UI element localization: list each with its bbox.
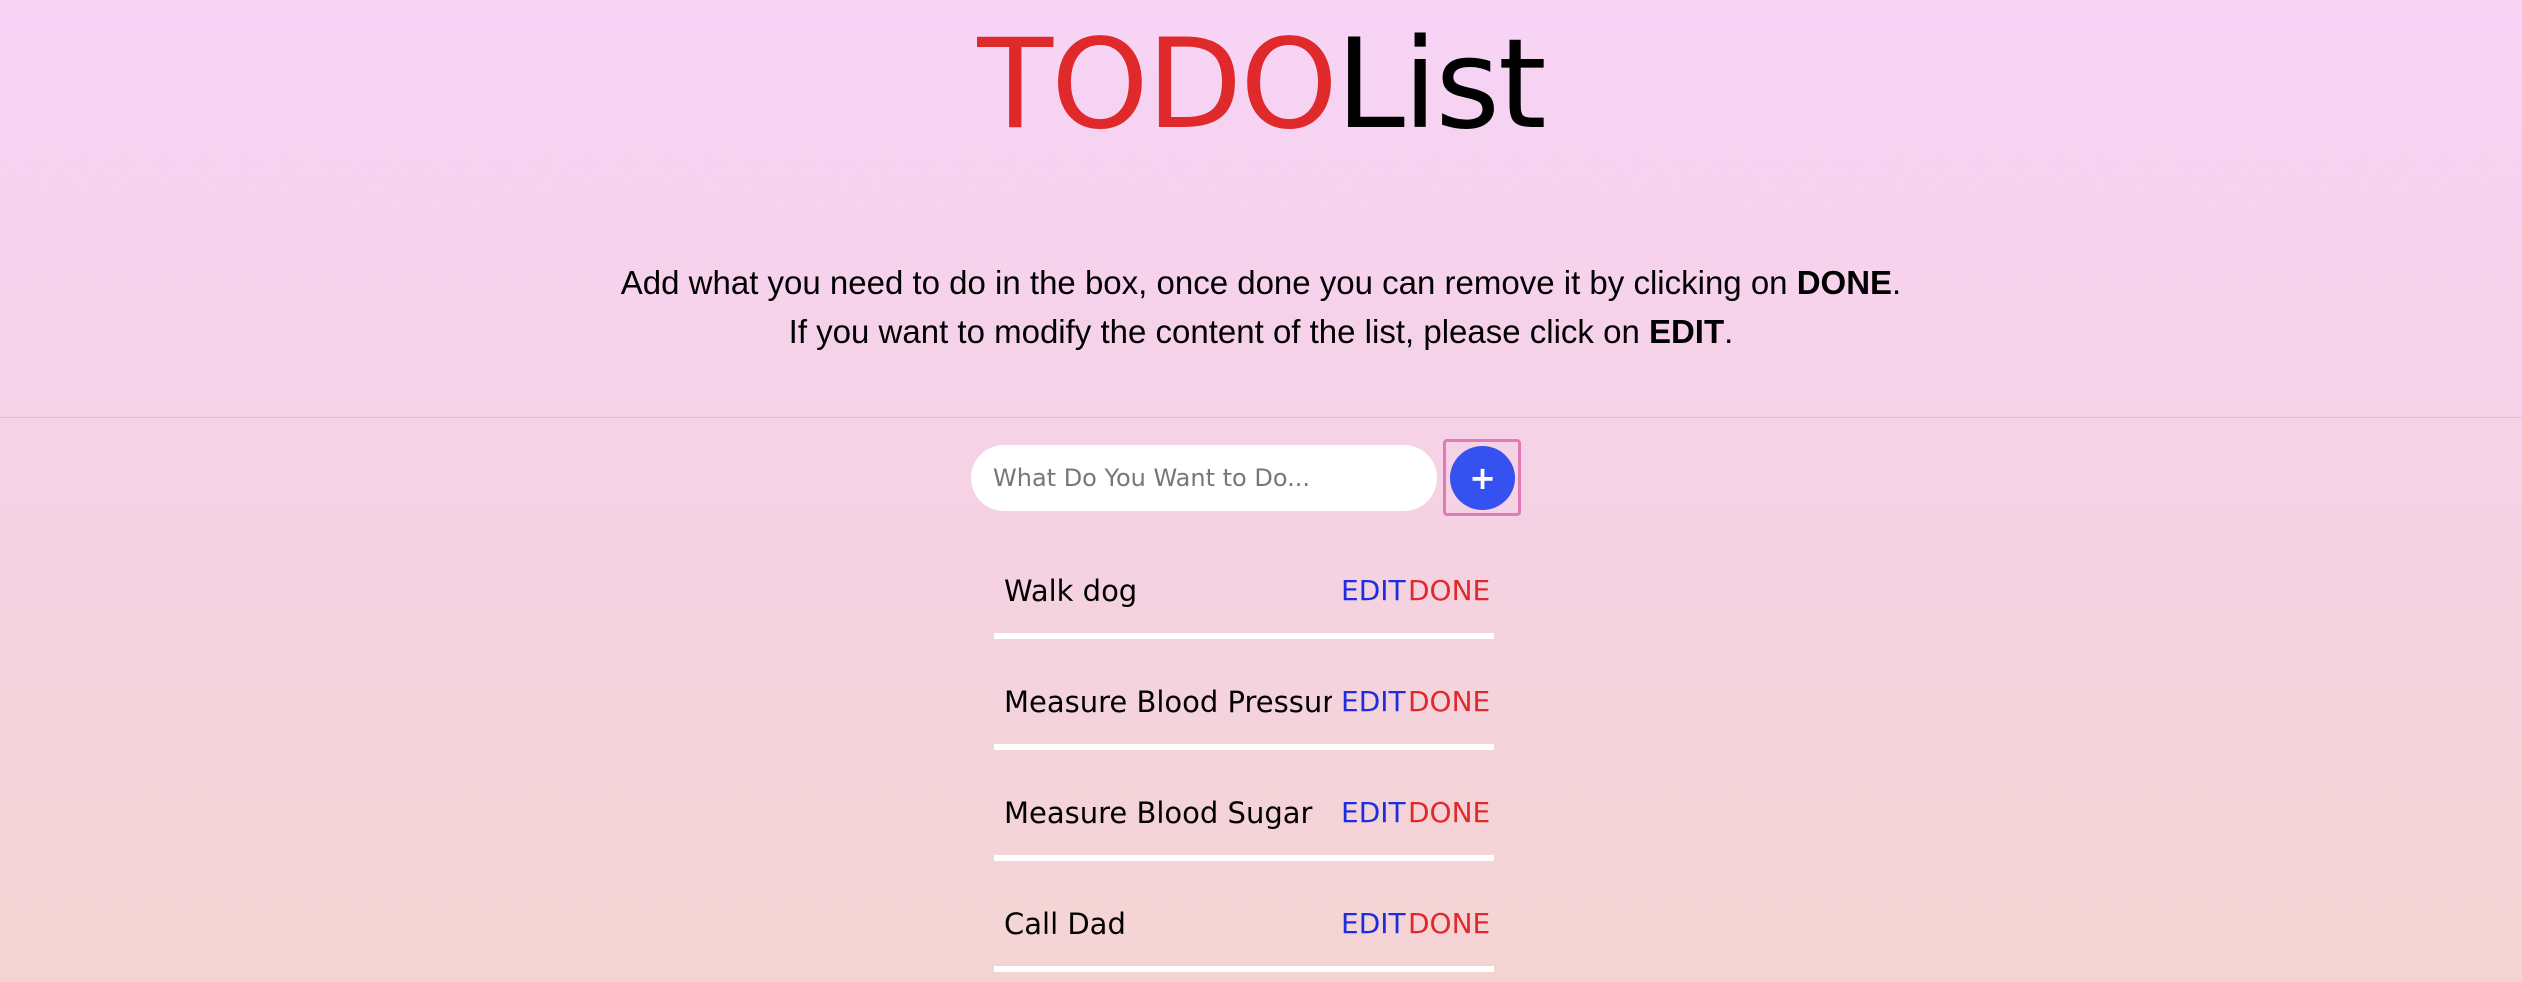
instruction-edit-keyword: EDIT: [1648, 313, 1725, 350]
edit-button[interactable]: EDIT: [1341, 682, 1406, 722]
todo-item: Measure Blood Sugar EDIT DONE: [994, 784, 1494, 861]
done-button[interactable]: DONE: [1408, 904, 1494, 944]
todo-list: Walk dog EDIT DONE Measure Blood Pressur…: [994, 562, 1494, 982]
todo-text: Measure Blood Pressure: [1004, 685, 1332, 719]
plus-icon: +: [1469, 459, 1496, 497]
todo-input[interactable]: [971, 445, 1437, 511]
section-divider: [0, 417, 2522, 418]
done-button[interactable]: DONE: [1408, 793, 1494, 833]
title-list: List: [1335, 13, 1547, 157]
instruction-done-keyword: DONE: [1796, 264, 1893, 301]
title-todo: TODO: [977, 13, 1337, 157]
todo-text: Call Dad: [1004, 907, 1126, 941]
edit-button[interactable]: EDIT: [1341, 904, 1406, 944]
page-title: TODOList: [0, 10, 2522, 160]
instructions: Add what you need to do in the box, once…: [0, 258, 2522, 356]
todo-item: Walk dog EDIT DONE: [994, 562, 1494, 639]
todo-item: Call Dad EDIT DONE: [994, 895, 1494, 972]
todo-text: Walk dog: [1004, 574, 1138, 608]
instruction-line-1-text: Add what you need to do in the box, once…: [620, 264, 1797, 301]
edit-button[interactable]: EDIT: [1341, 793, 1406, 833]
instruction-line-2: If you want to modify the content of the…: [0, 307, 2522, 356]
add-todo-button[interactable]: +: [1450, 446, 1515, 510]
instruction-line-2-text: If you want to modify the content of the…: [788, 313, 1649, 350]
done-button[interactable]: DONE: [1408, 571, 1494, 611]
edit-button[interactable]: EDIT: [1341, 571, 1406, 611]
instruction-line-2-end: .: [1724, 313, 1734, 350]
todo-item: Measure Blood Pressure EDIT DONE: [994, 673, 1494, 750]
instruction-line-1-end: .: [1892, 264, 1902, 301]
instruction-line-1: Add what you need to do in the box, once…: [0, 258, 2522, 307]
todo-text: Measure Blood Sugar: [1004, 796, 1313, 830]
done-button[interactable]: DONE: [1408, 682, 1494, 722]
